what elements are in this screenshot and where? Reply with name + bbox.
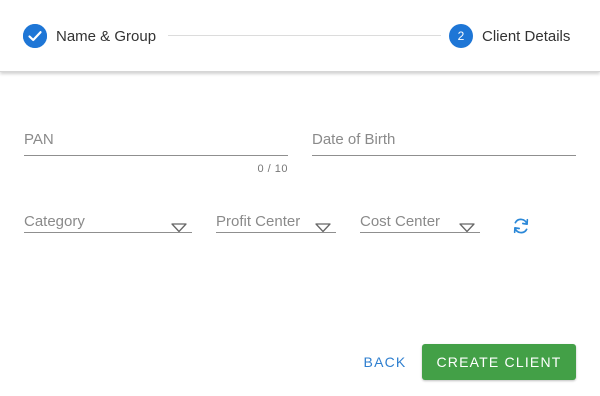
cost-center-select[interactable]: Cost Center (360, 210, 480, 234)
step-label: Name & Group (56, 27, 157, 45)
date-of-birth-field[interactable]: Date of Birth (312, 128, 576, 158)
pan-label: PAN (24, 131, 54, 148)
cost-center-underline (360, 232, 480, 233)
category-select[interactable]: Category (24, 210, 192, 234)
date-of-birth-underline (312, 155, 576, 156)
check-icon (23, 24, 47, 48)
refresh-icon[interactable] (511, 216, 531, 236)
category-underline (24, 232, 192, 233)
profit-center-select[interactable]: Profit Center (216, 210, 336, 234)
step-client-details[interactable]: 2 Client Details (449, 23, 570, 49)
pan-field[interactable]: PAN 0 / 10 (24, 128, 288, 180)
date-of-birth-label: Date of Birth (312, 131, 396, 148)
create-client-button[interactable]: CREATE CLIENT (422, 344, 576, 380)
step-number-badge: 2 (449, 24, 473, 48)
pan-underline (24, 155, 288, 156)
step-connector (168, 35, 441, 36)
back-button[interactable]: BACK (356, 344, 414, 380)
pan-char-counter: 0 / 10 (257, 163, 288, 175)
cost-center-label: Cost Center (360, 213, 441, 230)
step-name-and-group[interactable]: Name & Group (23, 23, 156, 49)
step-label: Client Details (482, 27, 571, 45)
profit-center-label: Profit Center (216, 213, 301, 230)
stepper-header: Name & Group 2 Client Details (0, 0, 600, 72)
profit-center-underline (216, 232, 336, 233)
category-label: Category (24, 213, 85, 230)
